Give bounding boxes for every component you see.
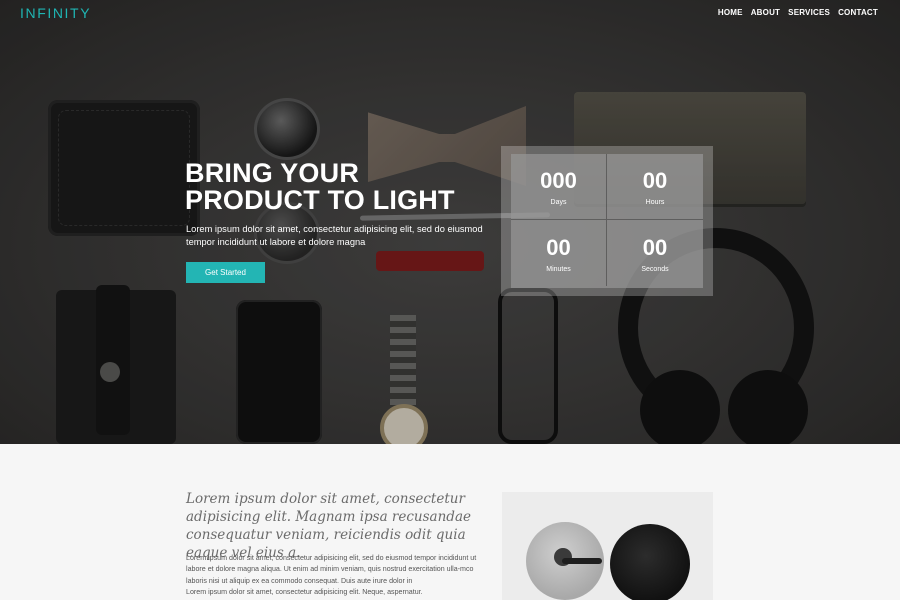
- days-value: 000: [540, 168, 577, 193]
- about-body-line: Lorem ipsum dolor sit amet, consectetur …: [186, 588, 423, 597]
- about-quote: Lorem ipsum dolor sit amet, consectetur …: [186, 491, 471, 561]
- countdown-hours: 00 Hours: [607, 154, 703, 220]
- nav-contact[interactable]: CONTACT: [838, 8, 878, 17]
- minutes-value: 00: [546, 234, 571, 260]
- about-body-paragraph: Lorem ipsum dolor sit amet, consectetur …: [186, 554, 477, 585]
- black-speaker-image: [610, 524, 690, 600]
- hero-title: BRING YOUR PRODUCT TO LIGHT: [185, 158, 455, 215]
- seconds-label: Seconds: [641, 265, 669, 273]
- countdown-days: 000 Days: [511, 154, 607, 220]
- countdown-minutes: 00 Minutes: [511, 220, 607, 286]
- cable-image: [562, 558, 602, 564]
- hero-section: INFINITY HOME ABOUT SERVICES CONTACT BRI…: [0, 0, 900, 444]
- product-image: [502, 492, 713, 600]
- main-nav: HOME ABOUT SERVICES CONTACT: [718, 8, 878, 17]
- seconds-value: 00: [642, 234, 668, 260]
- get-started-button[interactable]: Get Started: [186, 262, 265, 283]
- minutes-label: Minutes: [546, 265, 571, 273]
- hero-description: Lorem ipsum dolor sit amet, consectetur …: [186, 224, 483, 247]
- about-body: Lorem ipsum dolor sit amet, consectetur …: [186, 553, 486, 599]
- hero-overlay: [0, 0, 900, 444]
- countdown-timer: 000 Days 00 Hours 00 Minutes 00 Seconds: [501, 146, 713, 296]
- site-logo[interactable]: INFINITY: [20, 5, 91, 21]
- days-label: Days: [550, 199, 567, 206]
- nav-home[interactable]: HOME: [718, 8, 743, 17]
- nav-services[interactable]: SERVICES: [788, 8, 830, 17]
- nav-about[interactable]: ABOUT: [751, 8, 780, 17]
- countdown-seconds: 00 Seconds: [607, 220, 703, 286]
- hours-value: 00: [642, 168, 668, 193]
- hours-label: Hours: [645, 199, 665, 206]
